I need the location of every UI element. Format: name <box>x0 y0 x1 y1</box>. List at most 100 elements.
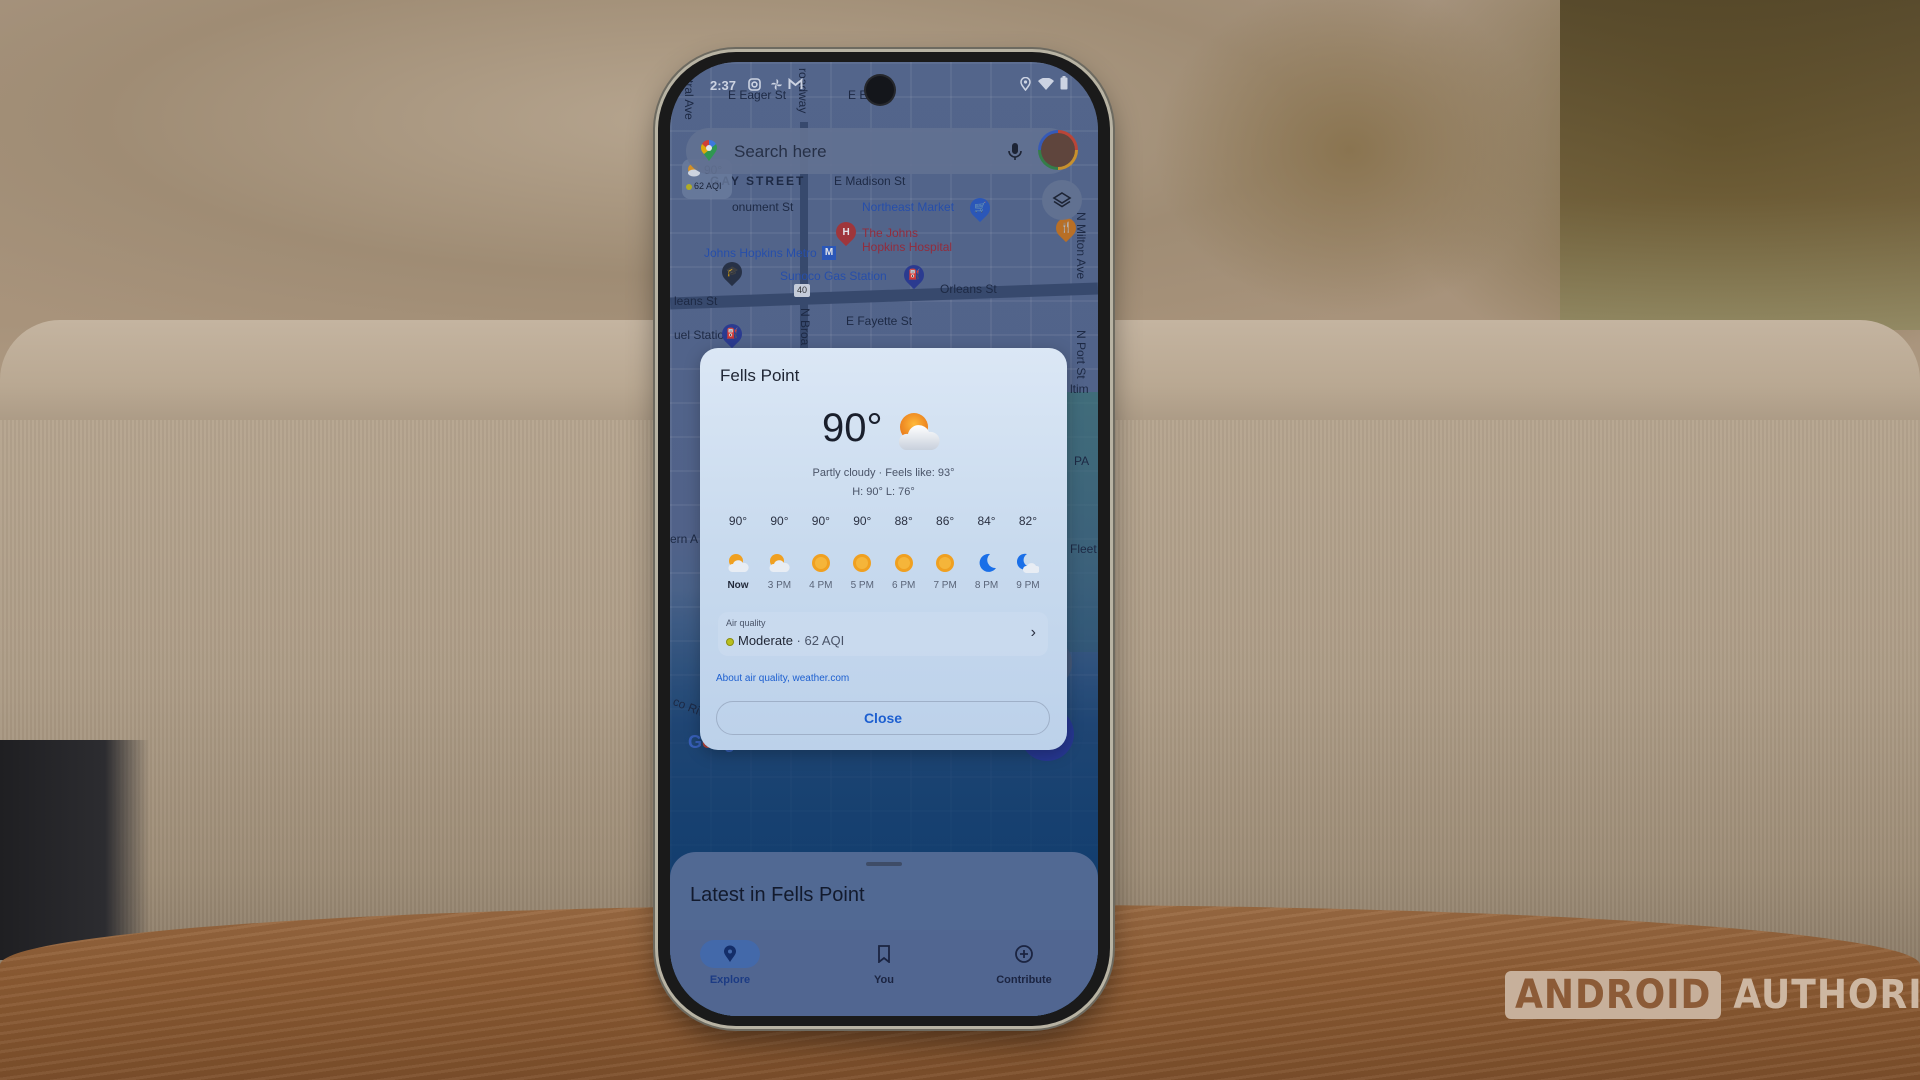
map-label-sunoco: Sunoco Gas Station <box>780 269 887 283</box>
phone-screen: tral Ave E Eager St roadway E Eager GAY … <box>670 62 1098 1016</box>
map-label-n-broadway: N Broa <box>798 308 812 346</box>
add-circle-icon <box>1015 945 1033 963</box>
nav-you-pill <box>854 940 914 968</box>
hourly-forecast-item: 90° 3 PM <box>759 514 799 591</box>
hourly-forecast-item: 90° Now <box>718 514 758 591</box>
hourly-time-label: 9 PM <box>1016 580 1040 591</box>
avatar[interactable] <box>1038 130 1078 170</box>
map-weather-chip-aqi-text: 62 AQI <box>694 181 722 191</box>
dark-object-left <box>0 740 150 960</box>
instagram-icon <box>748 78 761 91</box>
map-road-orleans <box>670 282 1098 310</box>
chevron-right-icon[interactable]: › <box>1031 624 1036 642</box>
school-pin-icon[interactable]: 🎓 <box>717 257 747 287</box>
status-time: 2:37 <box>710 78 737 93</box>
watermark: ANDROID AUTHORITY <box>1505 971 1920 1019</box>
nav-contribute[interactable]: Contribute <box>964 940 1084 986</box>
map-label-hopkins-hospital-2: Hopkins Hospital <box>862 240 953 254</box>
hourly-forecast-item: 82° 9 PM <box>1008 514 1048 591</box>
layers-button[interactable] <box>1042 180 1082 220</box>
hourly-time-label: 8 PM <box>974 580 999 591</box>
map-label-northeast-market: Northeast Market <box>862 200 955 214</box>
bottom-sheet-title: Latest in Fells Point <box>690 884 865 906</box>
nav-you-label: You <box>874 974 894 986</box>
map-label-orleans-right: Orleans St <box>940 282 997 296</box>
avatar-photo <box>1041 133 1075 167</box>
map-label-n-port: N Port St <box>1074 330 1088 379</box>
air-quality-row[interactable]: Air quality Moderate · 62 AQI › <box>718 612 1048 656</box>
partly-cloudy-icon <box>727 552 749 574</box>
weather-place-title: Fells Point <box>720 366 800 385</box>
metro-icon: M <box>822 246 836 260</box>
nav-contribute-pill <box>994 940 1054 968</box>
bookmark-icon <box>878 945 890 963</box>
sheet-drag-handle[interactable] <box>866 862 902 866</box>
background-window <box>1560 0 1920 330</box>
watermark-text: AUTHORITY <box>1733 972 1920 1018</box>
map-label-hopkins-hospital-1: The Johns <box>862 226 919 240</box>
hourly-forecast-item: 90° 5 PM <box>842 514 882 591</box>
moon-cloudy-icon <box>1016 552 1040 574</box>
map-label-e-fayette: E Fayette St <box>846 314 913 328</box>
map-label-baltimore: ltim <box>1070 382 1089 396</box>
sunny-icon <box>893 552 915 574</box>
pinwheel-icon <box>771 79 782 90</box>
bottom-nav: Explore You Contribute <box>670 930 1098 1016</box>
bottom-sheet[interactable]: Latest in Fells Point Explore You Contri… <box>670 852 1098 1016</box>
search-bar[interactable]: Search here <box>686 128 1078 174</box>
close-button[interactable]: Close <box>716 701 1050 735</box>
map-weather-chip-aqi: 62 AQI <box>686 181 722 191</box>
weather-dialog: Fells Point 90° Partly cloudy · Feels li… <box>700 348 1067 750</box>
nav-explore[interactable]: Explore <box>670 940 790 986</box>
hourly-forecast-item: 86° 7 PM <box>925 514 965 591</box>
air-quality-value: Moderate · 62 AQI <box>726 633 844 648</box>
hourly-temp: 90° <box>728 514 748 528</box>
nav-contribute-label: Contribute <box>996 974 1052 986</box>
google-maps-logo-icon <box>700 140 717 161</box>
nav-explore-pill <box>700 940 760 968</box>
map-label-orleans-left: leans St <box>674 294 718 308</box>
hourly-time-label: 5 PM <box>850 580 874 591</box>
fuel-pin-icon[interactable]: ⛽ <box>717 319 747 349</box>
weather-high-low: H: 90° L: 76° <box>852 486 915 498</box>
nav-explore-label: Explore <box>709 974 751 986</box>
search-input[interactable]: Search here <box>734 142 827 162</box>
hospital-pin-icon[interactable]: H <box>831 217 861 247</box>
location-icon <box>1020 77 1031 91</box>
front-camera <box>866 76 894 104</box>
partly-cloudy-icon <box>898 413 940 450</box>
map-label-eastern: ern A <box>670 532 699 546</box>
hourly-forecast-item: 84° 8 PM <box>967 514 1007 591</box>
microphone-icon[interactable] <box>1004 140 1026 162</box>
hourly-forecast-item: 88° 6 PM <box>884 514 924 591</box>
hourly-temp: 84° <box>977 514 996 528</box>
air-quality-level: Moderate <box>738 633 793 648</box>
sunny-icon <box>851 552 873 574</box>
weather-condition: Partly cloudy · Feels like: 93° <box>812 467 955 479</box>
hourly-temp: 90° <box>853 514 872 528</box>
nav-you[interactable]: You <box>824 940 944 986</box>
hourly-time-label: 4 PM <box>809 580 833 591</box>
hourly-time-label: Now <box>727 580 749 591</box>
air-quality-source-link[interactable]: About air quality, weather.com <box>716 673 849 684</box>
map-label-pa: PA <box>1074 454 1090 468</box>
battery-icon <box>1060 76 1068 90</box>
explore-pin-icon <box>724 945 736 962</box>
shopping-pin-icon[interactable]: 🛒 <box>965 193 995 223</box>
map-label-e-madison: E Madison St <box>834 174 906 188</box>
wifi-icon <box>1038 78 1054 90</box>
status-bar: 2:37 <box>670 62 1098 104</box>
aqi-dot-icon <box>686 183 692 190</box>
hourly-forecast-item: 90° 4 PM <box>801 514 841 591</box>
hourly-temp: 88° <box>894 514 913 528</box>
hourly-time-label: 3 PM <box>767 580 792 591</box>
gas-station-pin-icon[interactable]: ⛽ <box>899 260 929 290</box>
map-label-monument: onument St <box>732 200 794 214</box>
gmail-icon <box>788 78 803 89</box>
air-quality-index: 62 AQI <box>804 633 845 648</box>
hourly-time-label: 6 PM <box>892 580 916 591</box>
phone: tral Ave E Eager St roadway E Eager GAY … <box>658 52 1110 1026</box>
hourly-temp: 82° <box>1018 514 1038 528</box>
map-label-hopkins-metro: Johns Hopkins Metro <box>704 246 817 260</box>
air-quality-separator: · <box>792 633 805 648</box>
